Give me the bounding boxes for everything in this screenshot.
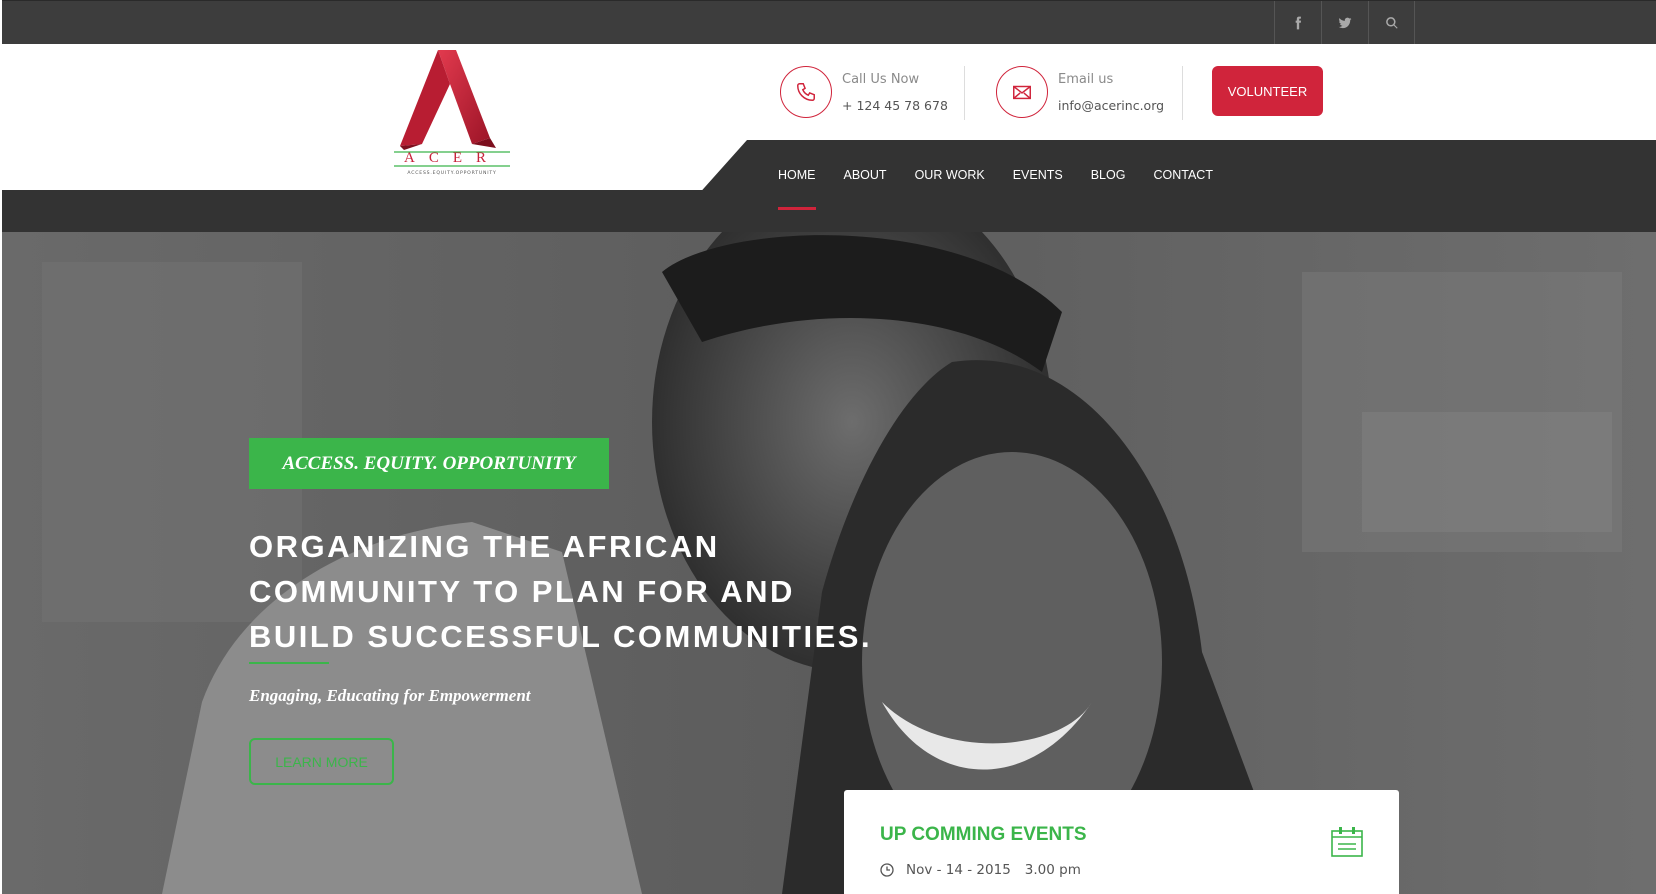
nav-about[interactable]: ABOUT bbox=[830, 140, 901, 210]
nav-contact[interactable]: CONTACT bbox=[1139, 140, 1227, 210]
main-nav: HOME ABOUT OUR WORK EVENTS BLOG CONTACT bbox=[764, 140, 1227, 210]
headline-underline bbox=[249, 662, 329, 664]
phone-icon bbox=[797, 83, 815, 101]
contact-divider-2 bbox=[1182, 66, 1183, 120]
hero-subline: Engaging, Educating for Empowerment bbox=[249, 686, 531, 705]
email-us-label: Email us bbox=[1058, 71, 1114, 87]
search-button[interactable] bbox=[1368, 1, 1415, 45]
nav-our-work[interactable]: OUR WORK bbox=[901, 140, 999, 210]
acer-logo[interactable]: ACER ACCESS.EQUITY.OPPORTUNITY bbox=[392, 48, 522, 186]
logo-tagline: ACCESS.EQUITY.OPPORTUNITY bbox=[407, 170, 496, 176]
facebook-link[interactable] bbox=[1274, 1, 1321, 45]
logo-backdrop bbox=[2, 140, 747, 190]
twitter-link[interactable] bbox=[1321, 1, 1368, 45]
twitter-icon bbox=[1338, 17, 1352, 29]
nav-blog[interactable]: BLOG bbox=[1077, 140, 1140, 210]
email-icon-circle bbox=[996, 66, 1048, 118]
phone-icon-circle bbox=[780, 66, 832, 118]
envelope-icon bbox=[1013, 85, 1031, 100]
event-date: Nov - 14 - 2015 bbox=[906, 862, 1011, 878]
clock-icon bbox=[880, 863, 894, 877]
social-links bbox=[1274, 1, 1415, 45]
event-item[interactable]: Nov - 14 - 2015 3.00 pm bbox=[880, 862, 1081, 878]
events-title[interactable]: UP COMMING EVENTS bbox=[880, 824, 1087, 846]
upcoming-events-card: UP COMMING EVENTS Nov - 14 - 2015 3.00 p… bbox=[844, 790, 1399, 894]
facebook-icon bbox=[1295, 16, 1302, 30]
hero-tagline: ACCESS. EQUITY. OPPORTUNITY bbox=[249, 438, 609, 489]
event-time: 3.00 pm bbox=[1024, 862, 1081, 878]
call-us-block[interactable]: Call Us Now + 124 45 78 678 bbox=[780, 66, 948, 118]
volunteer-button[interactable]: VOLUNTEER bbox=[1212, 66, 1323, 116]
email-us-block[interactable]: Email us info@acerinc.org bbox=[996, 66, 1164, 118]
search-icon bbox=[1385, 17, 1398, 29]
call-us-label: Call Us Now bbox=[842, 71, 920, 87]
hero-headline: ORGANIZING THE AFRICAN COMMUNITY TO PLAN… bbox=[249, 524, 949, 659]
phone-number[interactable]: + 124 45 78 678 bbox=[842, 98, 948, 113]
top-utility-bar bbox=[2, 0, 1656, 45]
nav-home[interactable]: HOME bbox=[764, 140, 830, 210]
headline-line-3: BUILD SUCCESSFUL COMMUNITIES. bbox=[249, 619, 873, 654]
headline-line-2: COMMUNITY TO PLAN FOR AND bbox=[249, 574, 795, 609]
email-address[interactable]: info@acerinc.org bbox=[1058, 98, 1164, 113]
learn-more-button[interactable]: LEARN MORE bbox=[249, 738, 394, 785]
nav-events[interactable]: EVENTS bbox=[999, 140, 1077, 210]
calendar-icon bbox=[1331, 827, 1363, 857]
logo-letters: ACER bbox=[404, 150, 500, 166]
headline-line-1: ORGANIZING THE AFRICAN bbox=[249, 529, 720, 564]
contact-divider bbox=[964, 66, 965, 120]
